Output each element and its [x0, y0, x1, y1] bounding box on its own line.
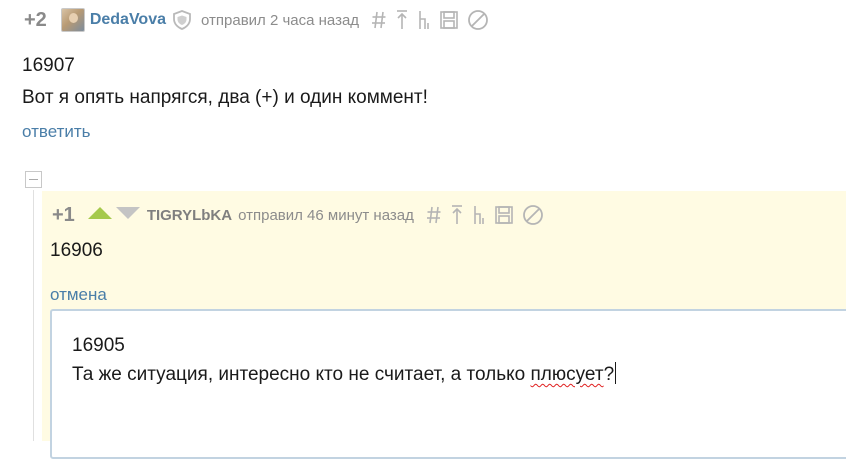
comment-author-link[interactable]: DedaVova	[90, 11, 166, 29]
comment-author-link[interactable]: TIGRYLbKA	[147, 207, 232, 224]
comment-header: +1 TIGRYLbKA отправил 46 минут назад	[52, 202, 544, 228]
text-caret	[615, 362, 617, 384]
cancel-link[interactable]: отмена	[50, 285, 107, 305]
reply-text-line: 16905	[72, 335, 125, 356]
save-icon[interactable]	[439, 10, 459, 30]
hash-icon[interactable]	[371, 10, 387, 30]
comment-rating: +1	[52, 203, 75, 226]
comment-body-line: Вот я опять напрягся, два (+) и один ком…	[22, 87, 428, 108]
vote-controls	[87, 206, 141, 225]
reply-text[interactable]: 16905 Та же ситуация, интересно кто не с…	[72, 331, 617, 389]
comment-body: 16907 Вот я опять напрягся, два (+) и од…	[22, 50, 428, 114]
comment-rating: +2	[24, 8, 47, 31]
tree-icon[interactable]	[472, 204, 486, 226]
comment-body-line: 16907	[22, 55, 75, 76]
collapse-icon[interactable]	[25, 171, 42, 188]
reply-text-segment: ?	[603, 364, 615, 385]
hash-icon[interactable]	[426, 205, 442, 225]
reply-text-segment: Та же ситуация, интересно кто не считает…	[72, 364, 531, 385]
comment-header: +2 DedaVova отправил 2 часа назад	[24, 6, 489, 34]
upvote-icon[interactable]	[87, 206, 113, 225]
thread-line[interactable]	[33, 190, 34, 441]
reply-link[interactable]: ответить	[22, 122, 91, 142]
avatar[interactable]	[60, 8, 85, 32]
block-icon[interactable]	[467, 9, 489, 31]
block-icon[interactable]	[522, 204, 544, 226]
misspelled-word[interactable]: плюсует	[531, 364, 604, 385]
arrow-up-icon[interactable]	[395, 9, 409, 31]
comment-body: 16906	[50, 240, 103, 261]
comment-timestamp[interactable]: отправил 46 минут назад	[238, 207, 414, 224]
comment-toolbar	[426, 204, 544, 226]
reply-text-line: Та же ситуация, интересно кто не считает…	[72, 360, 617, 389]
comment-toolbar	[371, 9, 489, 31]
comment-timestamp[interactable]: отправил 2 часа назад	[201, 12, 359, 29]
shield-icon	[171, 9, 193, 31]
tree-icon[interactable]	[417, 9, 431, 31]
arrow-up-icon[interactable]	[450, 204, 464, 226]
downvote-icon[interactable]	[115, 206, 141, 225]
save-icon[interactable]	[494, 205, 514, 225]
